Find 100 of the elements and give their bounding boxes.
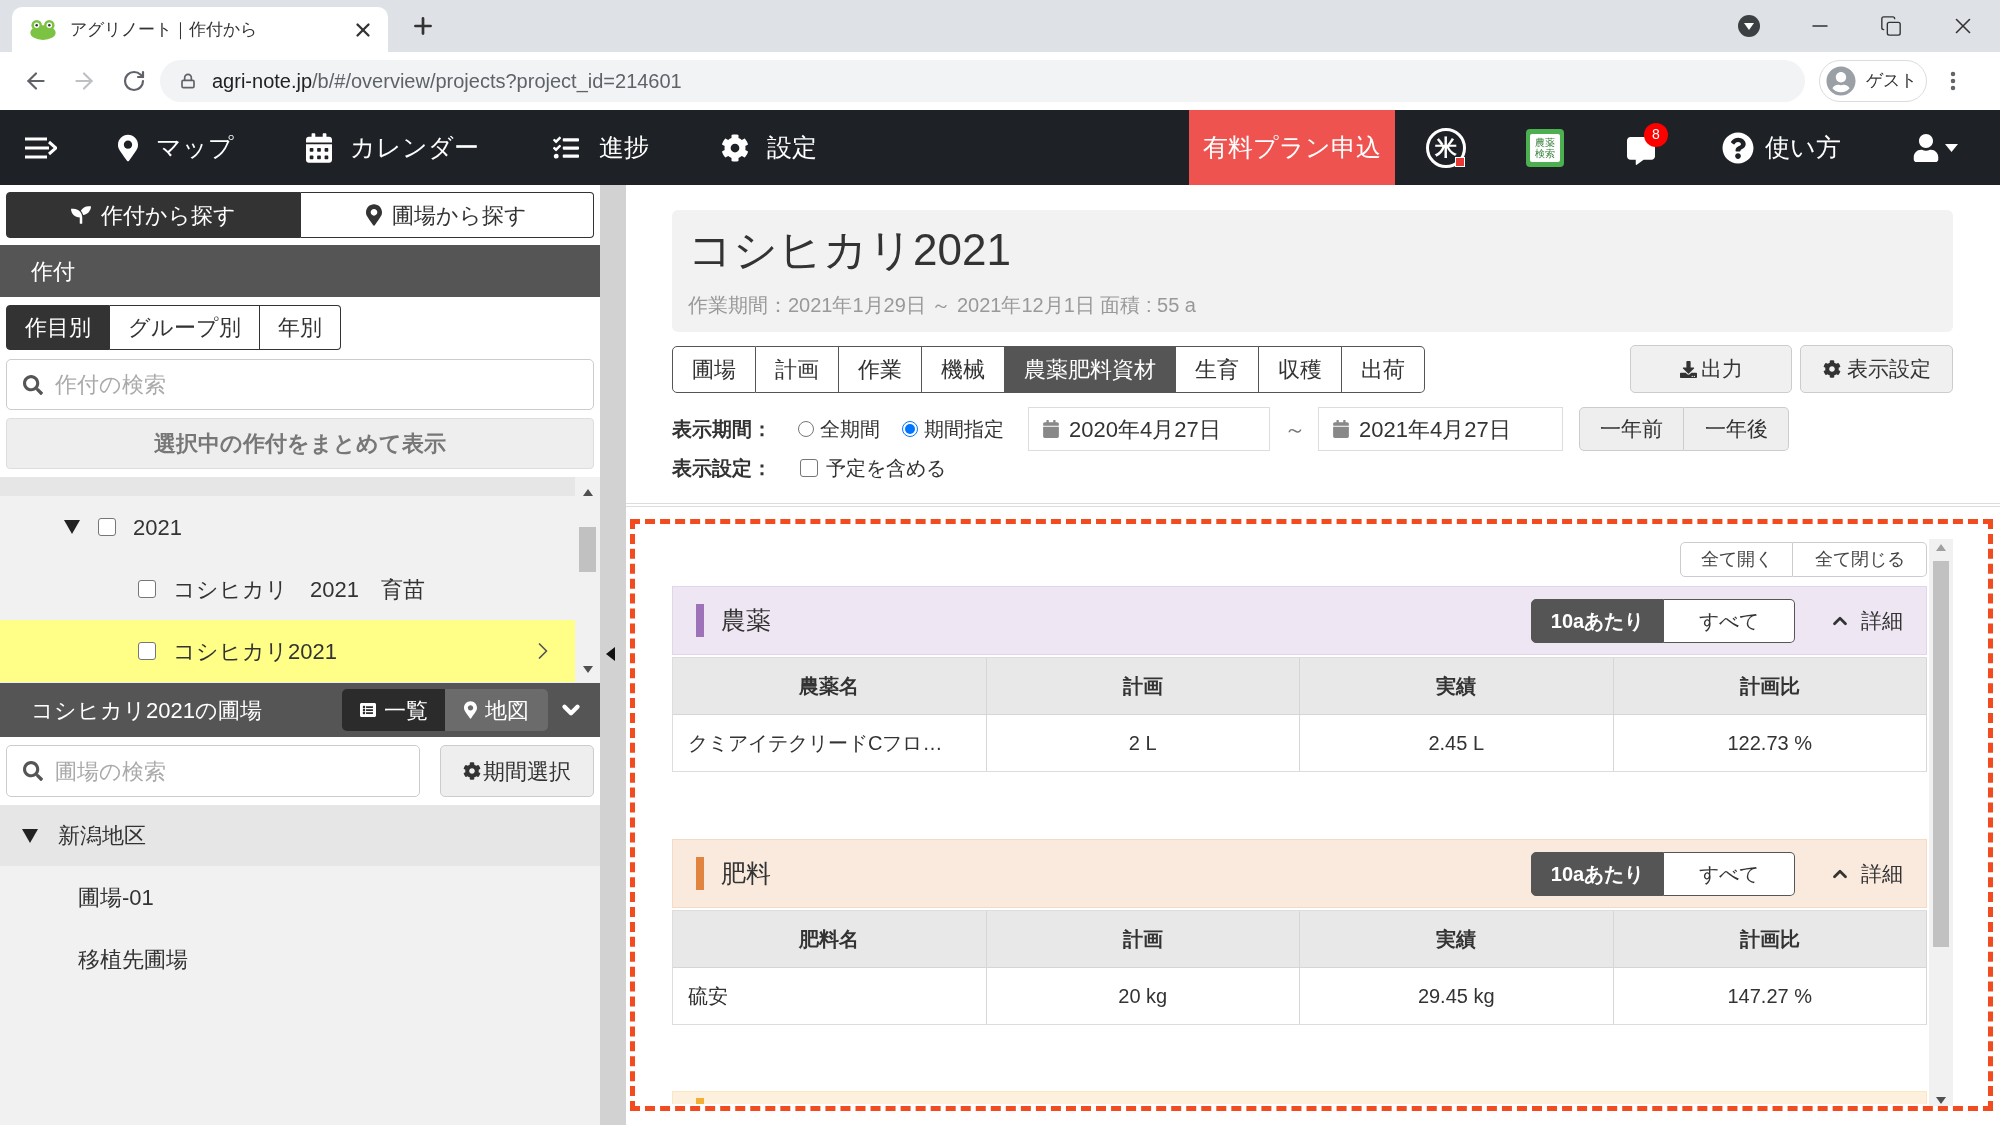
- table-cell: 20 kg: [986, 968, 1300, 1024]
- crop-list-item[interactable]: コシヒカリ2021: [0, 620, 575, 682]
- column-header: 実績: [1300, 911, 1614, 968]
- checkbox[interactable]: [98, 518, 116, 536]
- column-header: 実績: [1300, 658, 1614, 715]
- user-avatar-icon: [1826, 66, 1856, 96]
- table-cell: 2.45 L: [1300, 715, 1614, 771]
- table-cell: 硫安: [673, 968, 987, 1024]
- user-menu-button[interactable]: [1913, 133, 1958, 162]
- column-header: 肥料名: [673, 911, 987, 968]
- caret-down-icon[interactable]: [64, 520, 80, 534]
- tab[interactable]: 収穫: [1259, 345, 1342, 393]
- scrollbar-thumb[interactable]: [1933, 561, 1949, 947]
- search-mode-tab[interactable]: 圃場から探す: [300, 192, 594, 238]
- address-bar[interactable]: agri-note.jp/b/#/overview/projects?project_id=214601: [160, 60, 1805, 102]
- tab[interactable]: 圃場: [672, 345, 756, 393]
- collapse-left-icon[interactable]: [606, 647, 615, 661]
- view-tab[interactable]: 地図: [445, 689, 548, 731]
- radio-option[interactable]: 全期間: [798, 414, 880, 444]
- caret-down-icon[interactable]: [22, 828, 38, 843]
- settings-icon: [1822, 360, 1841, 378]
- nav-link[interactable]: 進捗: [551, 128, 649, 167]
- scrollbar-thumb[interactable]: [579, 527, 596, 572]
- unit-toggle[interactable]: すべて: [1664, 598, 1795, 643]
- checkbox[interactable]: [138, 642, 156, 660]
- caret-down-icon: [1945, 143, 1958, 152]
- restore-icon[interactable]: [1880, 15, 1902, 37]
- crop-list-item[interactable]: コシヒカリ 2021 育苗: [0, 558, 575, 620]
- details-toggle[interactable]: 詳細: [1829, 604, 1903, 637]
- map-pin-icon: [366, 204, 383, 226]
- browser-tab[interactable]: アグリノート｜作付から: [12, 7, 388, 52]
- search-icon: [23, 374, 43, 395]
- unit-toggle[interactable]: すべて: [1664, 851, 1795, 896]
- help-icon: [1722, 131, 1754, 164]
- tab[interactable]: 作業: [839, 345, 922, 393]
- crop-list-item[interactable]: 2021: [0, 496, 575, 558]
- group-tab[interactable]: 年別: [260, 305, 341, 350]
- field-list-item[interactable]: 圃場-01: [0, 866, 600, 928]
- radio-button[interactable]: [798, 421, 814, 437]
- dropdown-icon[interactable]: [1738, 15, 1760, 37]
- help-link[interactable]: 使い方: [1722, 128, 1841, 167]
- nav-link[interactable]: マップ: [118, 128, 234, 167]
- section-title: 肥料: [721, 857, 771, 889]
- export-button[interactable]: 出力: [1630, 345, 1792, 393]
- table-cell: 122.73 %: [1613, 715, 1927, 771]
- unit-toggle[interactable]: 10aあたり: [1531, 598, 1664, 643]
- settings-icon: [463, 762, 481, 780]
- panel-header: 作付: [0, 245, 600, 297]
- search-icon: [23, 761, 43, 781]
- previous-year-button[interactable]: 一年前: [1579, 407, 1684, 451]
- column-header: 計画: [986, 658, 1300, 715]
- nav-link[interactable]: カレンダー: [306, 128, 479, 167]
- rice-logo[interactable]: 米: [1426, 127, 1466, 168]
- filter-label: 表示期間：: [672, 417, 772, 442]
- tab[interactable]: 農薬肥料資材: [1005, 345, 1176, 393]
- date-field[interactable]: 2020年4月27日: [1028, 407, 1270, 451]
- download-icon: [1679, 360, 1697, 378]
- status-square-icon: [1455, 156, 1465, 167]
- tab[interactable]: 計画: [756, 345, 839, 393]
- tab[interactable]: 出荷: [1342, 345, 1425, 393]
- reload-icon[interactable]: [122, 69, 146, 93]
- expand-all-button[interactable]: 全て開く: [1680, 542, 1793, 577]
- group-tab[interactable]: 作目別: [6, 305, 110, 350]
- range-separator: ～: [1284, 415, 1306, 444]
- project-subtitle: 作業期間：2021年1月29日 ～ 2021年12月1日 面積 : 55 a: [688, 293, 1197, 317]
- checklist-icon: [551, 134, 581, 161]
- calendar-icon: [1333, 420, 1349, 438]
- map-pin-icon: [464, 701, 477, 719]
- nav-link[interactable]: 設定: [721, 128, 817, 167]
- period-select-button[interactable]: 期間選択: [440, 745, 594, 797]
- radio-button[interactable]: [902, 421, 918, 437]
- unit-toggle[interactable]: 10aあたり: [1531, 851, 1664, 896]
- group-tab[interactable]: グループ別: [110, 305, 260, 350]
- tab[interactable]: 生育: [1176, 345, 1259, 393]
- date-field[interactable]: 2021年4月27日: [1318, 407, 1563, 451]
- view-tab[interactable]: 一覧: [342, 689, 445, 731]
- user-icon: [1913, 133, 1939, 162]
- table-cell: 2 L: [986, 715, 1300, 771]
- next-year-button[interactable]: 一年後: [1684, 407, 1789, 451]
- details-toggle[interactable]: 詳細: [1829, 857, 1903, 890]
- tab[interactable]: 機械: [922, 345, 1005, 393]
- search-mode-tab[interactable]: 作付から探す: [6, 192, 301, 238]
- list-icon: [359, 702, 376, 718]
- menu-icon[interactable]: [25, 135, 57, 160]
- column-header: 農薬名: [673, 658, 987, 715]
- checkbox-option[interactable]: 予定を含める: [800, 453, 946, 483]
- scroll-down-icon[interactable]: [1936, 1097, 1946, 1104]
- field-list-item[interactable]: 移植先圃場: [0, 928, 600, 990]
- scroll-down-icon[interactable]: [582, 666, 593, 673]
- display-settings-button[interactable]: 表示設定: [1800, 345, 1953, 393]
- checkbox[interactable]: [800, 459, 818, 477]
- checkbox[interactable]: [138, 580, 156, 598]
- section-title: 農薬: [721, 604, 771, 636]
- scroll-up-icon[interactable]: [582, 489, 593, 496]
- settings-icon: [721, 133, 749, 162]
- book-logo[interactable]: 農薬 検索: [1526, 128, 1564, 167]
- collapse-all-button[interactable]: 全て閉じる: [1793, 542, 1927, 577]
- area-group-row[interactable]: 新潟地区: [0, 805, 600, 866]
- radio-option[interactable]: 期間指定: [902, 414, 1004, 444]
- show-selected-button[interactable]: 選択中の作付をまとめて表示: [6, 418, 594, 469]
